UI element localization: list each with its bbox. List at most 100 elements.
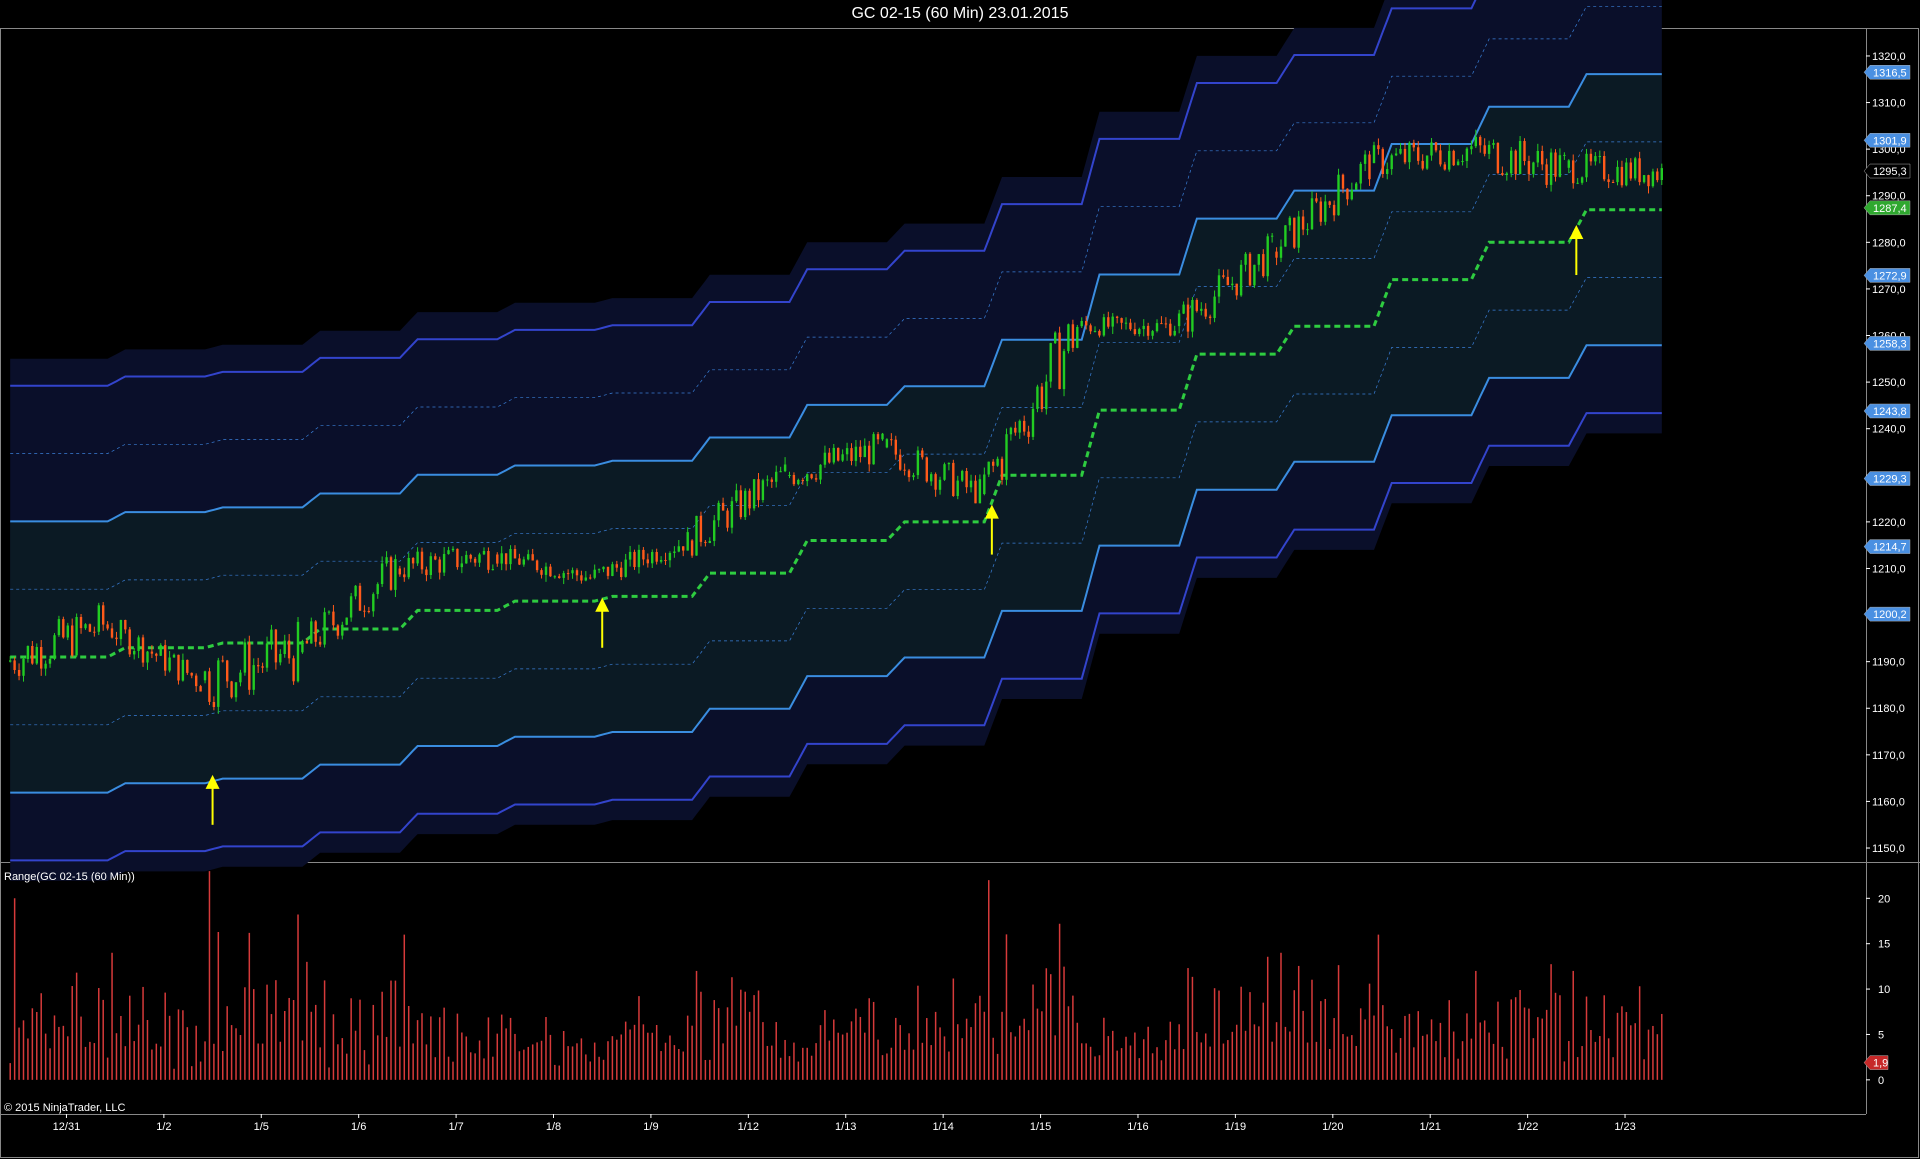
price-marker-label: 1200,2 <box>1873 609 1907 621</box>
candle-body <box>274 629 278 663</box>
candle-body <box>398 568 401 575</box>
candle-body <box>916 450 920 476</box>
candle-body <box>810 474 813 479</box>
candle-body <box>912 475 915 478</box>
candle-body <box>748 490 751 509</box>
candle-body <box>394 559 397 590</box>
time-tick-label: 1/14 <box>932 1121 953 1133</box>
range-tick-label: 20 <box>1878 893 1890 905</box>
candle-body <box>1244 253 1247 265</box>
candle-body <box>208 671 211 702</box>
price-tick-label: 1280,0 <box>1872 237 1906 249</box>
candle-body <box>1195 300 1198 311</box>
candle-body <box>1656 171 1659 181</box>
candle-body <box>66 625 69 638</box>
candle-body <box>93 631 96 633</box>
candle-body <box>155 653 158 656</box>
candle-body <box>766 479 769 481</box>
candle-body <box>500 553 503 564</box>
time-tick-label: 1/19 <box>1225 1121 1246 1133</box>
candle-body <box>133 651 136 655</box>
candle-body <box>1474 136 1477 147</box>
candle-body <box>243 642 247 673</box>
candle-body <box>899 454 902 470</box>
candle-body <box>447 550 450 555</box>
candle-body <box>102 605 105 625</box>
candle-body <box>1576 182 1579 184</box>
candle-body <box>150 651 154 654</box>
indicator-label: Range(GC 02-15 (60 Min)) <box>4 871 135 883</box>
candle-body <box>261 666 264 668</box>
candle-body <box>257 665 260 667</box>
candle-body <box>1399 148 1402 154</box>
candle-body <box>1138 329 1141 334</box>
candle-body <box>903 469 906 471</box>
candle-body <box>1120 318 1123 323</box>
candle-body <box>434 556 437 560</box>
candle-body <box>442 554 446 573</box>
candle-body <box>341 624 344 636</box>
price-marker-label: 1272,9 <box>1873 270 1907 282</box>
candle-body <box>1647 175 1650 187</box>
candle-body <box>761 480 765 500</box>
candle-body <box>128 629 131 655</box>
candle-body <box>801 479 804 482</box>
candle-body <box>1248 253 1252 286</box>
candle-body <box>1204 308 1207 317</box>
candle-body <box>1479 136 1482 146</box>
candle-body <box>1651 171 1655 187</box>
candle-body <box>1408 142 1411 163</box>
candle-body <box>279 654 282 663</box>
candle-body <box>947 462 951 465</box>
candle-body <box>1629 162 1632 179</box>
candle-body <box>336 625 340 636</box>
price-tick-label: 1170,0 <box>1872 750 1905 762</box>
candle-body <box>788 475 791 476</box>
price-marker-label: 1258,3 <box>1873 338 1907 350</box>
candle-body <box>1146 325 1150 336</box>
price-tick-label: 1220,0 <box>1872 517 1906 529</box>
candle-body <box>323 612 326 645</box>
price-marker-label: 1243,8 <box>1873 406 1907 418</box>
candle-body <box>487 551 490 570</box>
candle-body <box>943 464 946 480</box>
candle-body <box>407 558 410 578</box>
candle-body <box>1328 201 1331 205</box>
candle-body <box>1133 329 1137 334</box>
candle-body <box>1076 327 1079 348</box>
candle-body <box>22 658 25 676</box>
price-marker-label: 1287,4 <box>1873 203 1907 215</box>
candle-body <box>380 563 384 584</box>
candle-body <box>1235 283 1238 296</box>
candle-body <box>420 551 424 570</box>
candle-body <box>1151 331 1154 336</box>
candle-body <box>1359 163 1362 184</box>
candle-body <box>1523 141 1526 161</box>
candle-body <box>1027 431 1030 437</box>
candle-body <box>690 540 694 556</box>
candle-body <box>814 478 818 480</box>
candle-body <box>265 643 269 668</box>
candle-body <box>1319 201 1322 222</box>
candle-body <box>1031 408 1035 437</box>
candle-body <box>478 554 481 563</box>
candle-body <box>992 461 995 466</box>
candle-body <box>9 660 12 662</box>
price-tick-label: 1250,0 <box>1872 377 1906 389</box>
price-tick-label: 1270,0 <box>1872 284 1906 296</box>
candle-body <box>863 445 866 458</box>
candle-body <box>1115 316 1119 318</box>
candle-body <box>1616 166 1619 183</box>
candle-body <box>1417 147 1420 161</box>
candle-body <box>1456 161 1460 166</box>
candle-body <box>1067 324 1070 351</box>
price-chart[interactable]: 1320,01310,01300,01290,01280,01270,01260… <box>0 0 1920 1159</box>
range-tick-label: 10 <box>1878 984 1890 996</box>
candle-body <box>48 658 52 664</box>
candle-body <box>1372 145 1376 164</box>
time-tick-label: 1/15 <box>1030 1121 1051 1133</box>
candle-body <box>363 610 366 612</box>
candle-body <box>491 569 494 571</box>
candle-body <box>327 611 331 613</box>
candle-body <box>310 621 313 644</box>
